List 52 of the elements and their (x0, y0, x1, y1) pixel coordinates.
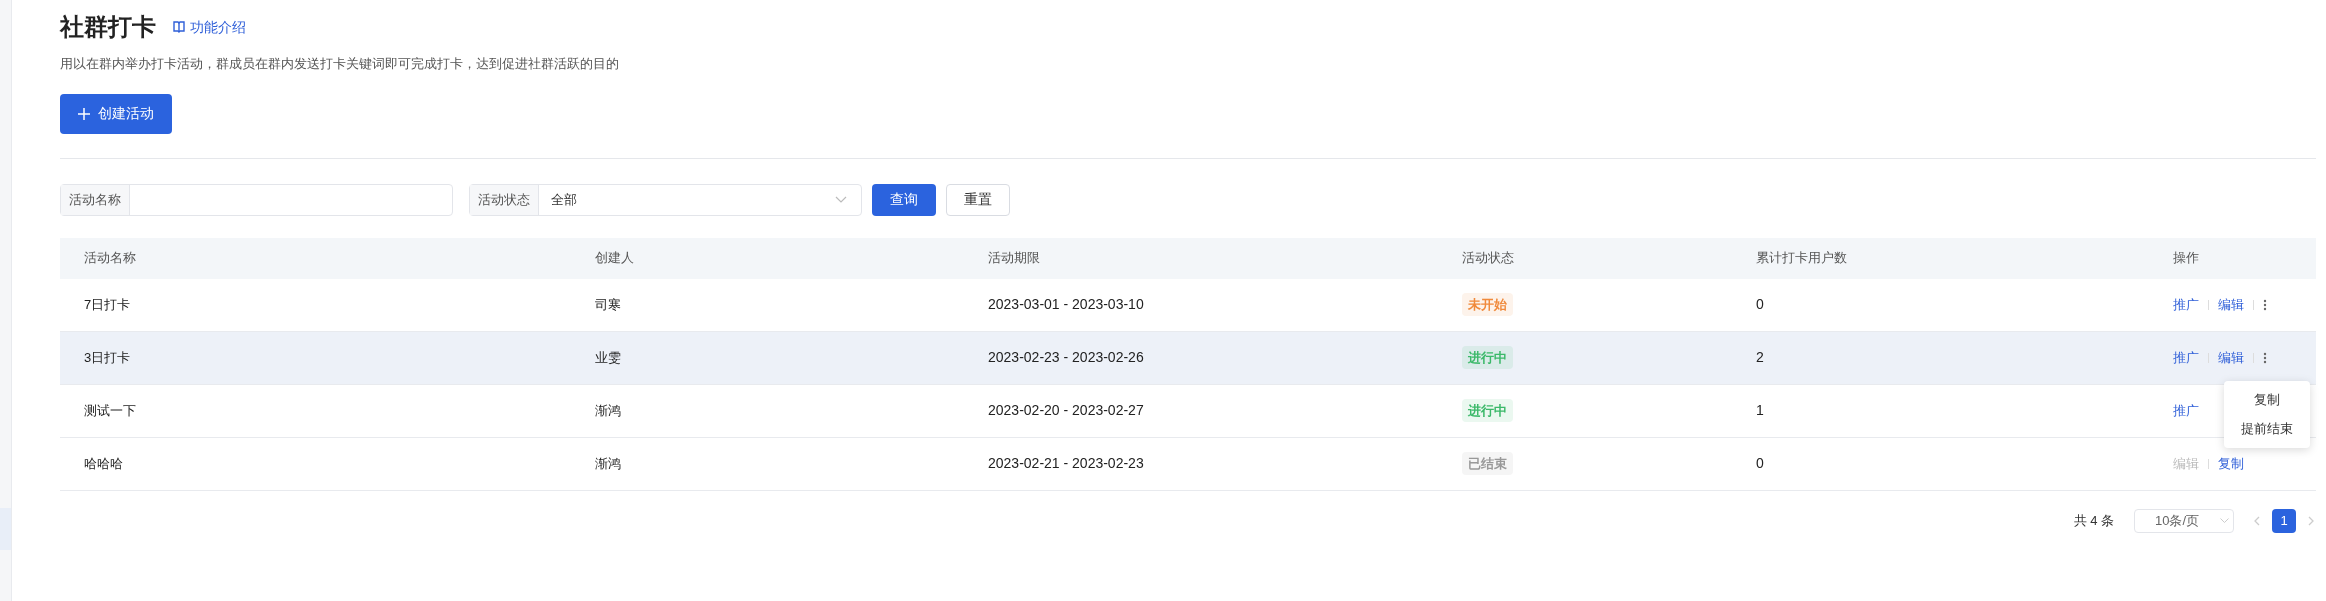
next-page-icon[interactable] (2308, 515, 2314, 526)
user-count: 0 (1756, 296, 1764, 312)
column-header: 活动状态 (1462, 250, 1514, 266)
activity-period: 2023-02-20 - 2023-02-27 (988, 402, 1144, 418)
status-select[interactable]: 活动状态 全部 (469, 183, 862, 216)
total-count: 共 4 条 (2073, 511, 2114, 530)
action-link[interactable]: 复制 (2218, 453, 2244, 474)
status-tag: 未开始 (1462, 292, 1513, 317)
action-link[interactable]: 推广 (2173, 294, 2199, 315)
column-header: 操作 (2173, 250, 2199, 266)
activity-name: 测试一下 (84, 402, 136, 418)
column-header: 创建人 (595, 250, 634, 266)
status-tag: 进行中 (1462, 345, 1513, 370)
menu-item[interactable]: 复制 (2224, 384, 2310, 414)
reset-button[interactable]: 重置 (946, 183, 1010, 216)
activity-period: 2023-03-01 - 2023-03-10 (988, 296, 1144, 312)
column-header: 累计打卡用户数 (1756, 250, 1847, 266)
name-filter-field[interactable]: 活动名称 (60, 183, 453, 216)
action-link[interactable]: 推广 (2173, 347, 2199, 368)
page-button[interactable]: 1 (2272, 508, 2296, 533)
activity-name: 3日打卡 (84, 349, 131, 365)
creator-name: 业雯 (595, 349, 621, 365)
intro-link[interactable]: 功能介绍 (172, 16, 246, 38)
activity-name: 哈哈哈 (84, 455, 123, 471)
user-count: 1 (1756, 402, 1764, 418)
query-button[interactable]: 查询 (872, 183, 936, 216)
page-title: 社群打卡 (60, 12, 156, 42)
page-size-select[interactable]: 10条/页 (2134, 508, 2234, 533)
column-header: 活动名称 (84, 250, 136, 266)
column-header: 活动期限 (988, 250, 1040, 266)
creator-name: 司寒 (595, 296, 621, 312)
user-count: 0 (1756, 455, 1764, 471)
creator-name: 渐鸿 (595, 402, 621, 418)
activity-period: 2023-02-23 - 2023-02-26 (988, 349, 1144, 365)
plus-icon (78, 107, 90, 120)
more-icon[interactable] (2263, 351, 2267, 364)
action-link[interactable]: 编辑 (2218, 294, 2244, 315)
more-icon[interactable] (2263, 298, 2267, 311)
page-description: 用以在群内举办打卡活动，群成员在群内发送打卡关键词即可完成打卡，达到促进社群活跃的目的 (60, 55, 620, 73)
user-count: 2 (1756, 349, 1764, 365)
activity-period: 2023-02-21 - 2023-02-23 (988, 455, 1144, 471)
status-tag: 已结束 (1462, 451, 1513, 476)
activity-name: 7日打卡 (84, 296, 131, 312)
chevron-down-icon (835, 196, 847, 203)
action-link[interactable]: 编辑 (2218, 347, 2244, 368)
book-icon (172, 20, 186, 34)
previous-page-icon[interactable] (2254, 515, 2260, 526)
create-button[interactable]: 创建活动 (60, 93, 172, 134)
status-tag: 进行中 (1462, 398, 1513, 423)
chevron-down-icon (2220, 518, 2229, 523)
creator-name: 渐鸿 (595, 455, 621, 471)
action-link[interactable]: 推广 (2173, 400, 2199, 421)
